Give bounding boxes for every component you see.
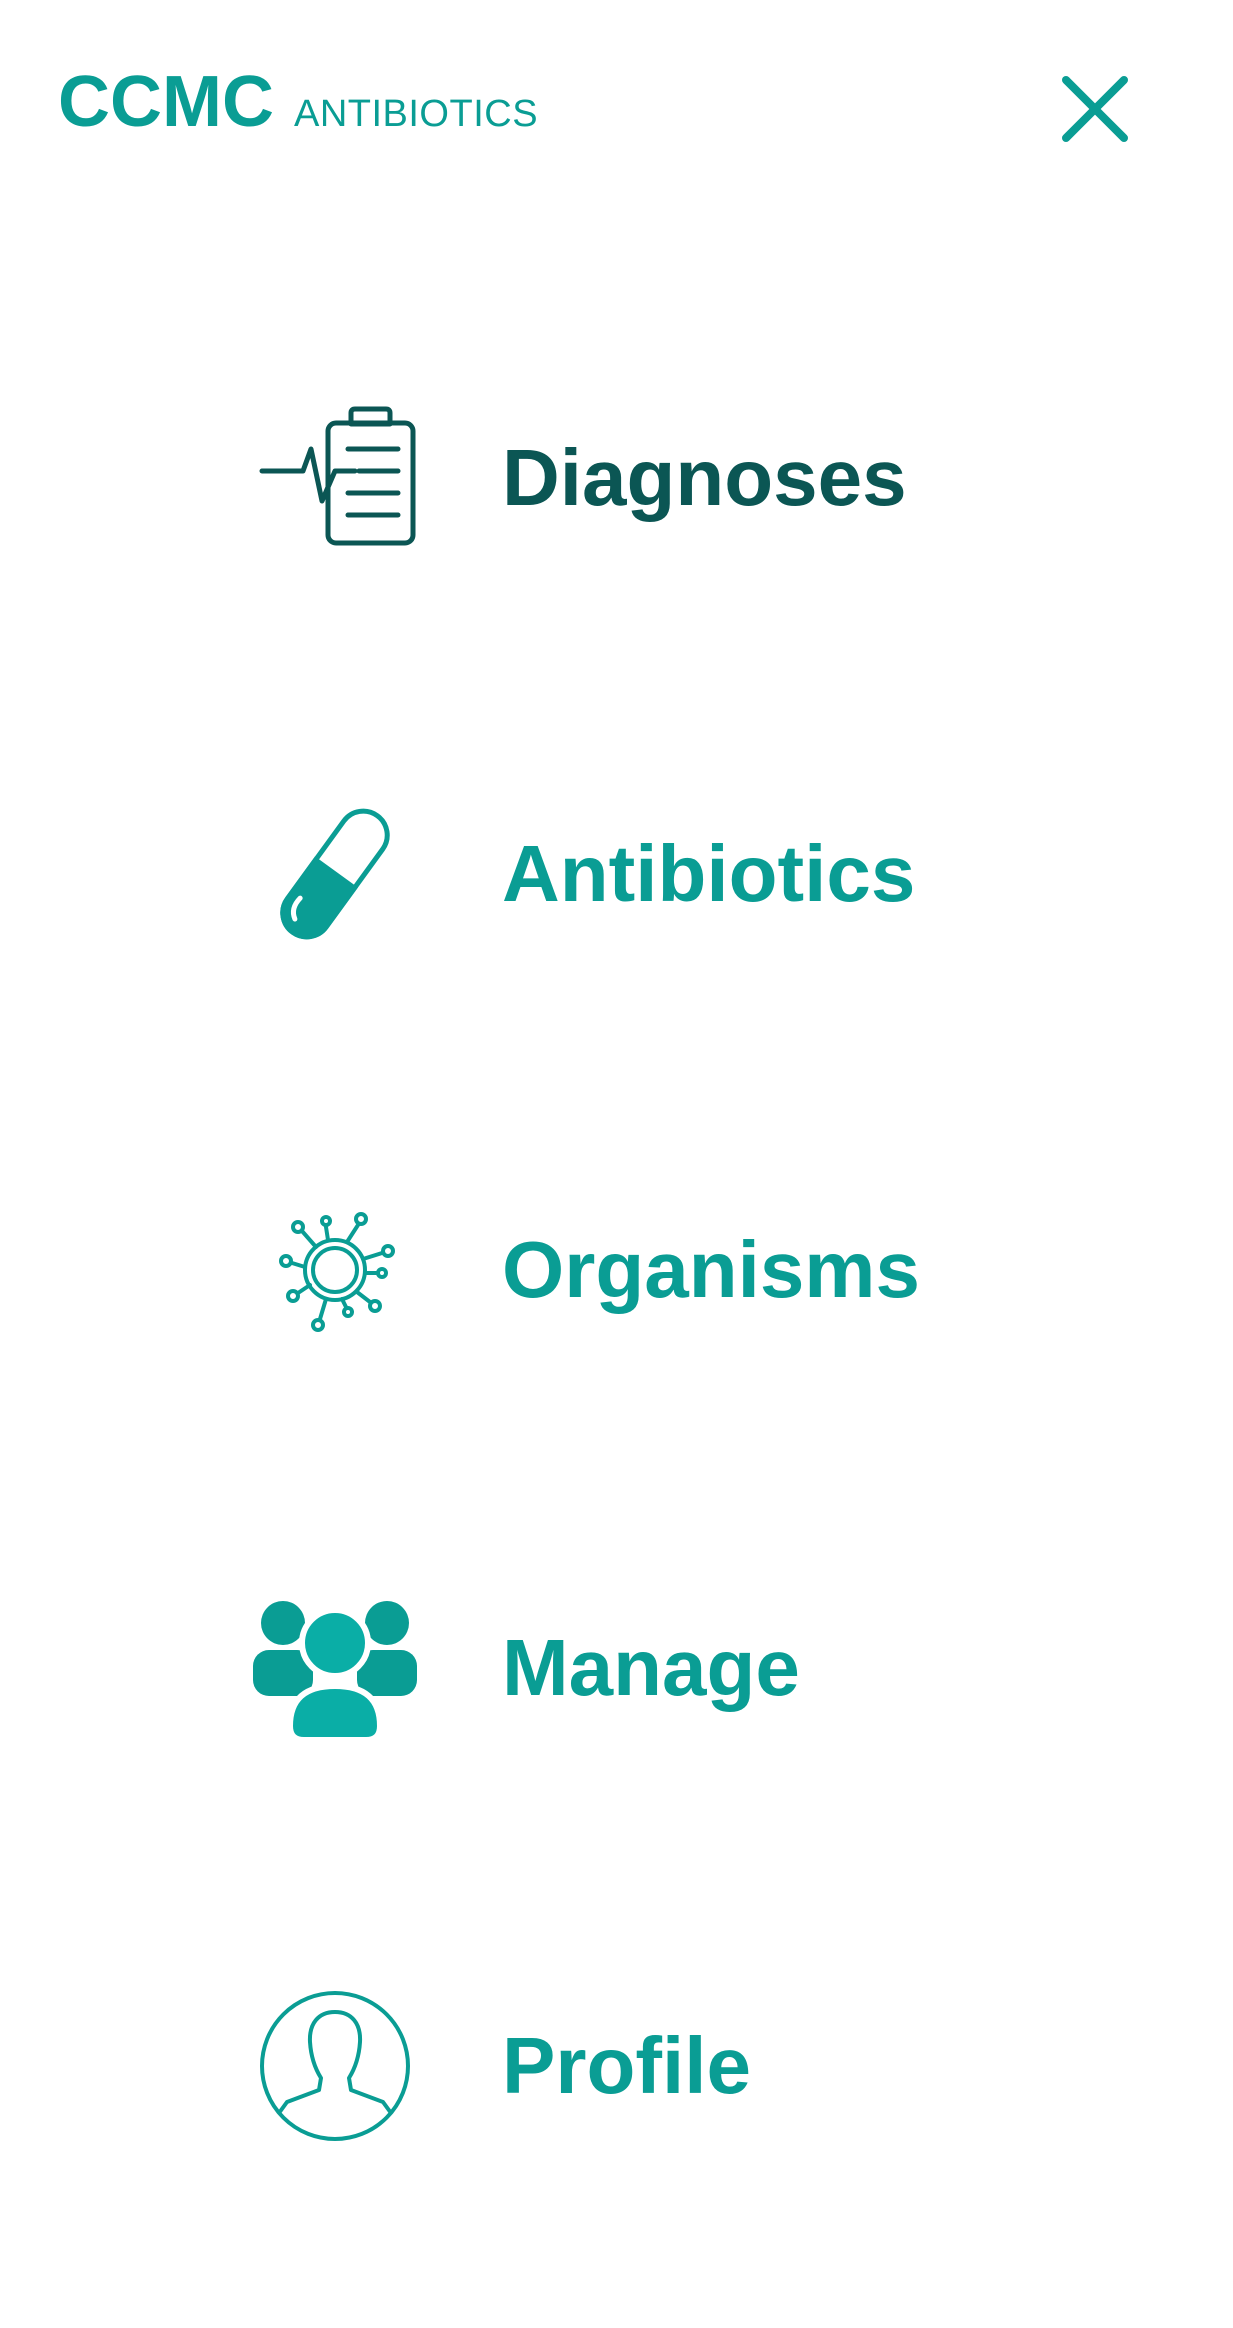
menu-label-antibiotics: Antibiotics [502, 829, 916, 918]
menu-label-organisms: Organisms [502, 1225, 920, 1314]
menu-label-diagnoses: Diagnoses [502, 433, 907, 522]
menu-item-antibiotics[interactable]: Antibiotics [230, 774, 1010, 974]
menu-item-diagnoses[interactable]: Diagnoses [230, 378, 1010, 578]
users-group-icon [230, 1568, 440, 1768]
menu-item-profile[interactable]: Profile [230, 1966, 1010, 2166]
menu-item-manage[interactable]: Manage [230, 1568, 1010, 1768]
menu-item-organisms[interactable]: Organisms [230, 1170, 1010, 1370]
menu-label-profile: Profile [502, 2021, 751, 2110]
main-menu: Diagnoses Antibiotics Organisms Manage P… [0, 0, 1233, 2328]
menu-label-manage: Manage [502, 1623, 800, 1712]
virus-icon [230, 1170, 440, 1370]
clipboard-pulse-icon [230, 378, 440, 578]
user-profile-icon [230, 1966, 440, 2166]
capsule-icon [230, 774, 440, 974]
